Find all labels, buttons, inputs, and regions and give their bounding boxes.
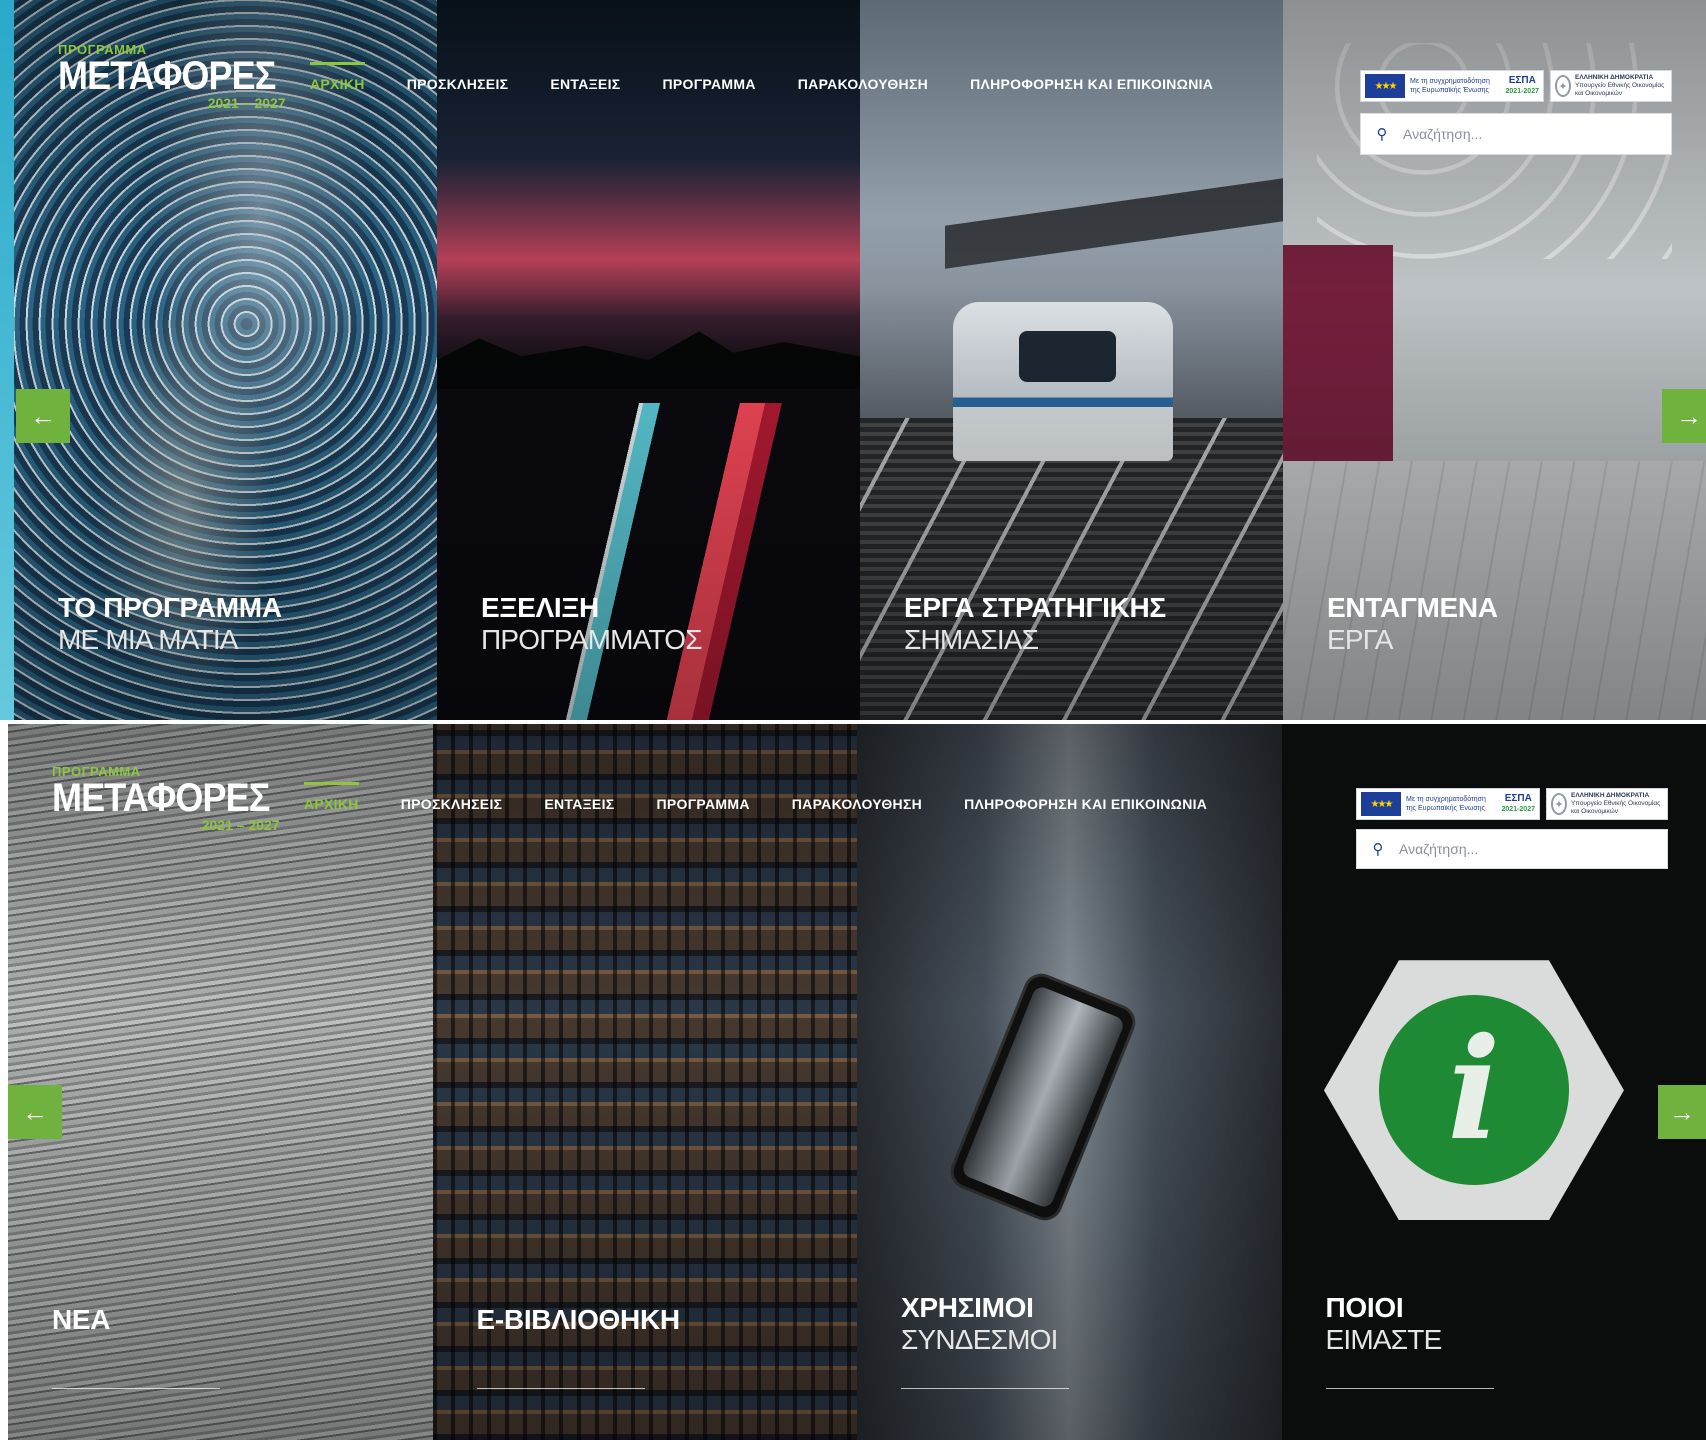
eu-cofunding-badge: ★★★ Με τη συγχρηματοδότηση της Ευρωπαϊκή…: [1360, 70, 1544, 102]
main-nav: ΑΡΧΙΚΗ ΠΡΟΣΚΛΗΣΕΙΣ ΕΝΤΑΞΕΙΣ ΠΡΟΓΡΑΜΜΑ ΠΑ…: [304, 782, 1207, 812]
search-input[interactable]: [1403, 114, 1671, 154]
hellenic-republic-badge: ✦ ΕΛΛΗΝΙΚΗ ΔΗΜΟΚΡΑΤΙΑ Υπουργείο Εθνικής Ο…: [1550, 70, 1672, 102]
hellenic-republic-badge: ✦ ΕΛΛΗΝΙΚΗ ΔΗΜΟΚΡΑΤΙΑ Υπουργείο Εθνικής Ο…: [1546, 788, 1668, 820]
nav-program[interactable]: ΠΡΟΓΡΑΜΜΑ: [656, 796, 749, 812]
site-header: ΠΡΟΓΡΑΜΜΑ ΜΕΤΑΦΟΡΕΣ 2021 – 2027 ΑΡΧΙΚΗ Π…: [0, 0, 1706, 170]
espa-logo: ΕΣΠΑ 2021-2027: [1505, 75, 1539, 95]
site-logo[interactable]: ΠΡΟΓΡΑΜΜΑ ΜΕΤΑΦΟΡΕΣ 2021 – 2027: [52, 764, 294, 833]
search-icon[interactable]: ⚲: [1357, 840, 1399, 858]
eu-cofunding-badge: ★★★ Με τη συγχρηματοδότηση της Ευρωπαϊκή…: [1356, 788, 1540, 820]
slider-prev-button[interactable]: ←: [8, 1085, 62, 1139]
nav-calls[interactable]: ΠΡΟΣΚΛΗΣΕΙΣ: [407, 76, 509, 92]
nav-program[interactable]: ΠΡΟΓΡΑΜΜΑ: [662, 76, 755, 92]
greek-seal-icon: ✦: [1555, 75, 1571, 97]
greek-seal-icon: ✦: [1551, 793, 1567, 815]
nav-monitoring[interactable]: ΠΑΡΑΚΟΛΟΥΘΗΣΗ: [798, 76, 928, 92]
info-icon: i: [1378, 995, 1569, 1186]
nav-information[interactable]: ΠΛΗΡΟΦΟΡΗΣΗ ΚΑΙ ΕΠΙΚΟΙΝΩΝΙΑ: [964, 796, 1207, 812]
arrow-left-icon: ←: [30, 400, 56, 431]
caption-underline: [1325, 1388, 1494, 1389]
eu-flag-icon: ★★★: [1361, 792, 1401, 816]
search-input[interactable]: [1399, 830, 1667, 868]
nav-monitoring[interactable]: ΠΑΡΑΚΟΛΟΥΘΗΣΗ: [792, 796, 922, 812]
search-box: ⚲: [1356, 829, 1668, 869]
nav-inclusions[interactable]: ΕΝΤΑΞΕΙΣ: [550, 76, 620, 92]
screenshot-bottom: ΝΕΑ Ε-ΒΙΒΛΙΟΘΗΚΗ ΧΡΗΣΙΜΟΙ ΣΥΝΔΕΣΜΟΙ i ΠΟ…: [8, 724, 1706, 1440]
nav-calls[interactable]: ΠΡΟΣΚΛΗΣΕΙΣ: [401, 796, 503, 812]
funding-badges: ★★★ Με τη συγχρηματοδότηση της Ευρωπαϊκή…: [1360, 70, 1672, 102]
nav-information[interactable]: ΠΛΗΡΟΦΟΡΗΣΗ ΚΑΙ ΕΠΙΚΟΙΝΩΝΙΑ: [970, 76, 1213, 92]
site-header: ΠΡΟΓΡΑΜΜΑ ΜΕΤΑΦΟΡΕΣ 2021 – 2027 ΑΡΧΙΚΗ Π…: [8, 724, 1706, 894]
nav-home[interactable]: ΑΡΧΙΚΗ: [304, 782, 359, 812]
slider-next-button[interactable]: →: [1662, 389, 1706, 443]
panel-caption: ΝΕΑ: [52, 1304, 111, 1335]
panel-caption: ΕΝΤΑΓΜΕΝΑ ΕΡΓΑ: [1327, 592, 1498, 655]
caption-underline: [901, 1388, 1069, 1389]
espa-logo: ΕΣΠΑ 2021-2027: [1501, 793, 1535, 813]
arrow-right-icon: →: [1669, 1096, 1695, 1127]
site-logo[interactable]: ΠΡΟΓΡΑΜΜΑ ΜΕΤΑΦΟΡΕΣ 2021 – 2027: [58, 42, 300, 111]
slider-next-button[interactable]: →: [1658, 1085, 1706, 1139]
main-nav: ΑΡΧΙΚΗ ΠΡΟΣΚΛΗΣΕΙΣ ΕΝΤΑΞΕΙΣ ΠΡΟΓΡΑΜΜΑ ΠΑ…: [310, 62, 1213, 92]
slider-prev-button[interactable]: ←: [16, 389, 70, 443]
panel-caption: ΤΟ ΠΡΟΓΡΑΜΜΑ ΜΕ ΜΙΑ ΜΑΤΙΑ: [58, 592, 282, 655]
caption-underline: [52, 1388, 220, 1389]
nav-home[interactable]: ΑΡΧΙΚΗ: [310, 62, 365, 92]
arrow-left-icon: ←: [22, 1096, 48, 1127]
search-icon[interactable]: ⚲: [1361, 125, 1403, 143]
caption-underline: [476, 1388, 645, 1389]
screenshot-top: ΤΟ ΠΡΟΓΡΑΜΜΑ ΜΕ ΜΙΑ ΜΑΤΙΑ ΕΞΕΛΙΞΗ ΠΡΟΓΡΑ…: [0, 0, 1706, 720]
funding-badges: ★★★ Με τη συγχρηματοδότηση της Ευρωπαϊκή…: [1356, 788, 1668, 820]
panel-caption: ΕΞΕΛΙΞΗ ΠΡΟΓΡΑΜΜΑΤΟΣ: [481, 592, 703, 655]
panel-caption: ΕΡΓΑ ΣΤΡΑΤΗΓΙΚΗΣ ΣΗΜΑΣΙΑΣ: [904, 592, 1166, 655]
panel-caption: ΠΟΙΟΙ ΕΙΜΑΣΤΕ: [1325, 1292, 1443, 1355]
panel-caption: Ε-ΒΙΒΛΙΟΘΗΚΗ: [476, 1304, 681, 1335]
panel-caption: ΧΡΗΣΙΜΟΙ ΣΥΝΔΕΣΜΟΙ: [901, 1292, 1058, 1355]
arrow-right-icon: →: [1676, 400, 1702, 431]
eu-flag-icon: ★★★: [1365, 74, 1405, 98]
search-box: ⚲: [1360, 113, 1672, 155]
nav-inclusions[interactable]: ΕΝΤΑΞΕΙΣ: [544, 796, 614, 812]
